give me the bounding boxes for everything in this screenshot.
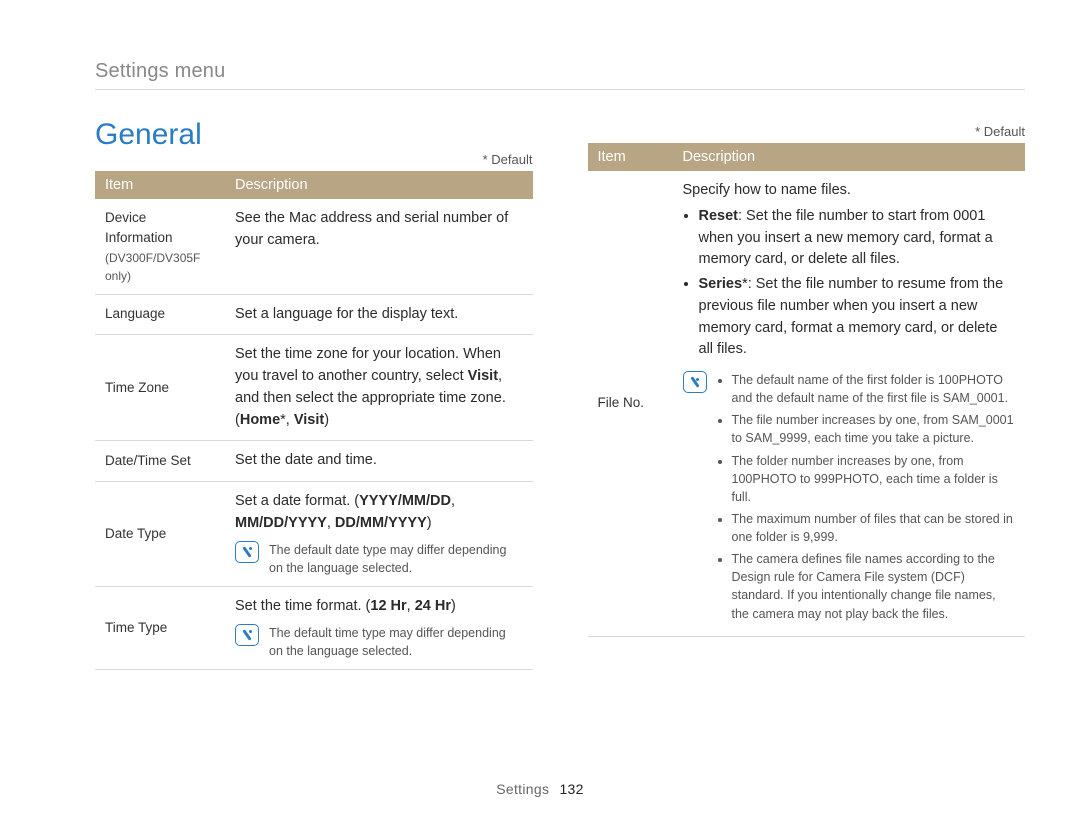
- item-description: Set the date and time.: [225, 441, 533, 482]
- note-text: The default date type may differ dependi…: [269, 541, 523, 577]
- table-row: Date/Time Set Set the date and time.: [95, 441, 533, 482]
- table-row: Device Information (DV300F/DV305F only) …: [95, 199, 533, 294]
- page-number: 132: [559, 781, 583, 797]
- note-icon: [235, 624, 259, 646]
- item-description: Set a date format. (YYYY/MM/DD, MM/DD/YY…: [225, 482, 533, 587]
- settings-table-left: Item Description Device Information (DV3…: [95, 171, 533, 670]
- list-item: The maximum number of files that can be …: [732, 510, 1016, 546]
- item-label: Device Information: [105, 210, 173, 245]
- list-item: Series*: Set the file number to resume f…: [699, 274, 1016, 361]
- item-description: See the Mac address and serial number of…: [225, 199, 533, 294]
- breadcrumb: Settings menu: [95, 60, 1025, 83]
- list-item: Reset: Set the file number to start from…: [699, 206, 1016, 271]
- list-item: The file number increases by one, from S…: [732, 411, 1016, 447]
- list-item: The default name of the first folder is …: [732, 371, 1016, 407]
- default-marker-right: * Default: [588, 124, 1026, 139]
- item-label: Date Type: [95, 482, 225, 587]
- col-header-description: Description: [673, 143, 1026, 171]
- table-row: Date Type Set a date format. (YYYY/MM/DD…: [95, 482, 533, 587]
- page-footer: Settings 132: [0, 781, 1080, 797]
- list-item: The camera defines file names according …: [732, 550, 1016, 623]
- list-item: The folder number increases by one, from…: [732, 452, 1016, 506]
- table-row: Time Zone Set the time zone for your loc…: [95, 335, 533, 441]
- note-text: The default time type may differ dependi…: [269, 624, 523, 660]
- item-label: Date/Time Set: [95, 441, 225, 482]
- table-row: File No. Specify how to name files. Rese…: [588, 171, 1026, 636]
- col-header-item: Item: [588, 143, 673, 171]
- col-header-item: Item: [95, 171, 225, 199]
- footer-section: Settings: [496, 781, 549, 797]
- item-description: Specify how to name files. Reset: Set th…: [673, 171, 1026, 636]
- item-label: Language: [95, 294, 225, 335]
- table-row: Language Set a language for the display …: [95, 294, 533, 335]
- note-text: The default name of the first folder is …: [717, 371, 1016, 627]
- item-description: Set the time format. (12 Hr, 24 Hr) The …: [225, 586, 533, 669]
- item-label: File No.: [588, 171, 673, 636]
- item-description: Set a language for the display text.: [225, 294, 533, 335]
- item-label: Time Type: [95, 586, 225, 669]
- divider: [95, 89, 1025, 90]
- item-sublabel: (DV300F/DV305F only): [105, 249, 215, 285]
- note-icon: [683, 371, 707, 393]
- settings-table-right: Item Description File No. Specify how to…: [588, 143, 1026, 637]
- table-row: Time Type Set the time format. (12 Hr, 2…: [95, 586, 533, 669]
- item-label: Time Zone: [95, 335, 225, 441]
- section-title: General: [95, 118, 533, 152]
- default-marker-left: * Default: [95, 152, 533, 167]
- note-icon: [235, 541, 259, 563]
- item-description: Set the time zone for your location. Whe…: [225, 335, 533, 441]
- col-header-description: Description: [225, 171, 533, 199]
